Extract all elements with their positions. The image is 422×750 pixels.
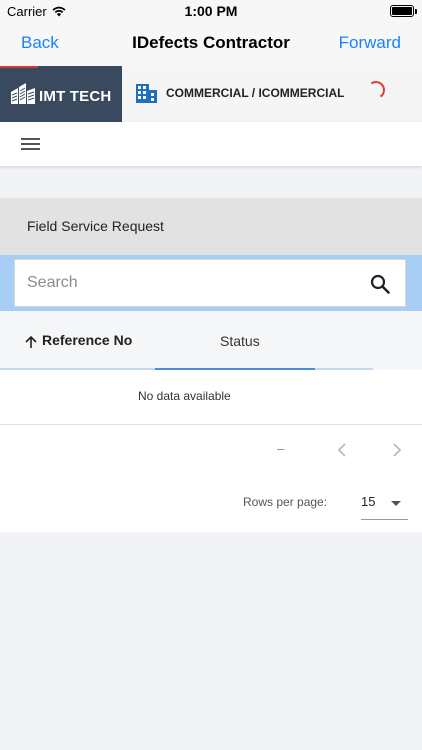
company-logo[interactable]: IMT TECH: [0, 66, 122, 122]
building-icon: [136, 84, 157, 103]
menu-icon[interactable]: [21, 138, 40, 151]
section-header: Field Service Request: [0, 198, 422, 255]
column-header-status[interactable]: Status: [220, 333, 260, 349]
clock-time: 1:00 PM: [184, 3, 238, 19]
search-input[interactable]: [27, 272, 357, 294]
rows-per-page-value: 15: [361, 494, 376, 509]
rows-per-page-select[interactable]: 15: [361, 491, 408, 520]
search-icon[interactable]: [370, 274, 390, 294]
back-button[interactable]: Back: [21, 33, 59, 53]
page-info: –: [277, 441, 285, 456]
section-title: Field Service Request: [27, 218, 164, 234]
breadcrumb[interactable]: COMMERCIAL / ICOMMERCIAL: [166, 86, 344, 100]
caret-down-icon: [391, 501, 401, 506]
column-header-reference-no[interactable]: Reference No: [42, 332, 132, 348]
empty-state-message: No data available: [138, 389, 231, 403]
table-footer: – Rows per page: 15: [0, 425, 422, 532]
arrow-up-icon[interactable]: [24, 335, 38, 349]
buildings-logo-icon: [11, 83, 35, 104]
logo-accent-stripe: [0, 66, 38, 68]
toolbar: [0, 122, 422, 166]
chevron-left-icon[interactable]: [337, 443, 347, 457]
forward-button[interactable]: Forward: [339, 33, 401, 53]
loading-spinner-icon: [365, 79, 387, 101]
table-body: No data available: [0, 370, 422, 425]
app-header: IMT TECH COMMERCIAL / ICOMMERCIAL: [0, 66, 422, 122]
logo-text: IMT TECH: [39, 88, 112, 105]
navigation-bar: Back IDefects Contractor Forward: [0, 22, 422, 66]
status-bar: Carrier 1:00 PM: [0, 0, 422, 22]
search-box: [14, 259, 406, 307]
rows-per-page-label: Rows per page:: [243, 495, 328, 509]
search-bar: [0, 255, 422, 311]
battery-icon: [390, 5, 417, 17]
chevron-right-icon[interactable]: [392, 443, 402, 457]
table-header: Reference No Status: [0, 311, 422, 370]
